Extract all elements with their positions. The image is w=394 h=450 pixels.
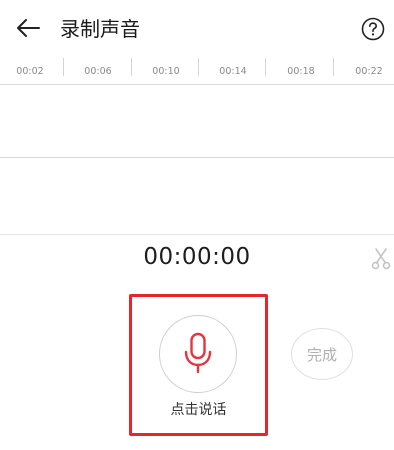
timeline-major-line — [63, 58, 64, 76]
timeline-major-line — [131, 58, 132, 76]
waveform-baseline — [0, 157, 394, 158]
record-button-label: 点击说话 — [170, 402, 227, 418]
record-sound-screen: 录制声音 00:02 00:06 00:10 00:14 00:18 00:22… — [0, 0, 394, 450]
timeline-tick-label: 00:06 — [84, 66, 112, 77]
trim-button[interactable] — [370, 247, 392, 271]
timeline-tick-label: 00:22 — [355, 66, 383, 77]
scissors-icon — [371, 248, 391, 270]
timeline-tick-label: 00:02 — [16, 66, 44, 77]
record-button[interactable] — [159, 315, 237, 393]
back-arrow-icon — [17, 19, 40, 37]
microphone-icon — [184, 332, 212, 374]
timeline-ruler: 00:02 00:06 00:10 00:14 00:18 00:22 — [0, 58, 394, 85]
back-button[interactable] — [14, 14, 42, 42]
header-bar: 录制声音 — [0, 0, 394, 58]
help-button[interactable] — [361, 17, 385, 41]
done-button[interactable]: 完成 — [291, 328, 353, 380]
timeline-major-line — [265, 58, 266, 76]
question-circle-icon — [361, 17, 385, 41]
timeline-tick-label: 00:14 — [219, 66, 247, 77]
waveform-area — [0, 85, 394, 235]
page-title: 录制声音 — [60, 17, 140, 41]
waveform-bottom-divider — [0, 234, 394, 235]
timeline-tick-label: 00:10 — [152, 66, 180, 77]
timeline-tick-label: 00:18 — [287, 66, 315, 77]
timeline-major-line — [333, 58, 334, 76]
timeline-major-line — [198, 58, 199, 76]
elapsed-time: 00:00:00 — [143, 244, 251, 270]
